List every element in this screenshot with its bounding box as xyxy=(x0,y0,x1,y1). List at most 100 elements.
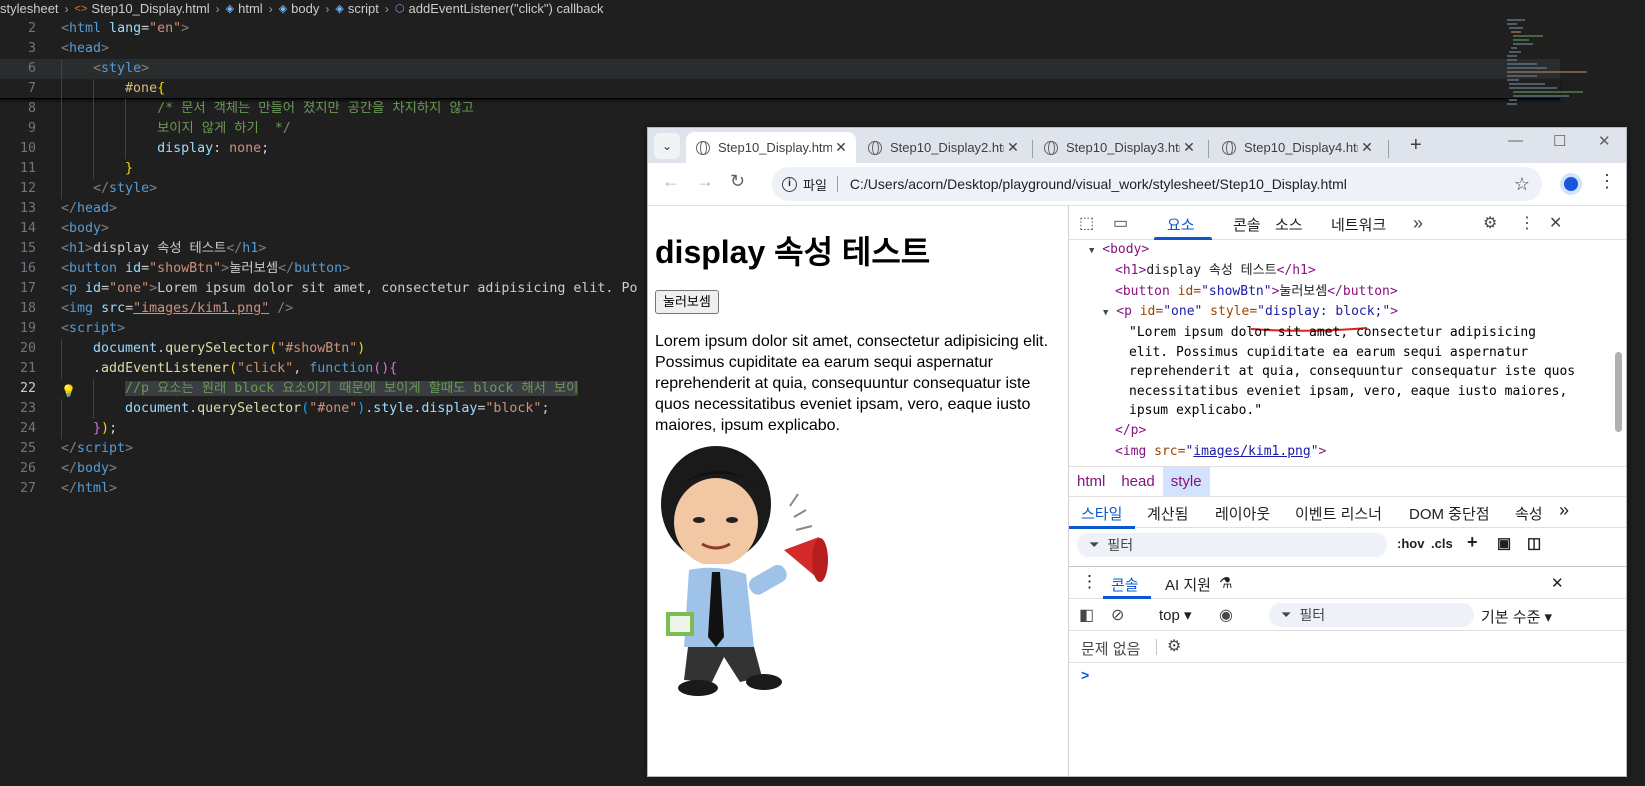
html-file-icon: <> xyxy=(74,2,88,15)
browser-tab[interactable]: Step10_Display4.htm ✕ xyxy=(1212,132,1382,163)
maximize-icon[interactable]: ☐ xyxy=(1553,132,1566,150)
back-icon[interactable]: ← xyxy=(662,171,680,192)
page-viewport: display 속성 테스트 눌러보셈 Lorem ipsum dolor si… xyxy=(648,205,1068,776)
dom-text-line[interactable]: ipsum explicabo." xyxy=(1129,401,1262,421)
globe-icon xyxy=(696,140,710,155)
tab-drawer-console[interactable]: 콘솔 xyxy=(1111,574,1139,595)
breadcrumb-item-html[interactable]: html xyxy=(238,1,263,16)
close-icon[interactable]: ✕ xyxy=(1180,139,1198,156)
more-tabs-icon[interactable]: » xyxy=(1559,500,1569,521)
context-selector[interactable]: top ▾ xyxy=(1159,606,1192,624)
tab-sources[interactable]: 소스 xyxy=(1275,214,1303,235)
url-text[interactable]: C:/Users/acorn/Desktop/playground/visual… xyxy=(850,176,1514,192)
reload-icon[interactable]: ↻ xyxy=(730,171,745,192)
cls-toggle[interactable]: .cls xyxy=(1431,536,1453,551)
tab-styles[interactable]: 스타일 xyxy=(1081,503,1122,524)
tab-dom-breakpoints[interactable]: DOM 중단점 xyxy=(1409,503,1490,524)
dom-node-h1[interactable]: <h1>display 속성 테스트</h1> xyxy=(1115,261,1316,281)
console-settings-icon[interactable]: ⚙ xyxy=(1167,636,1181,656)
divider xyxy=(1156,639,1157,655)
more-menu-icon[interactable]: ⋮ xyxy=(1598,171,1616,192)
breadcrumb-item-callback[interactable]: addEventListener("click") callback xyxy=(409,1,604,16)
chevron-right-icon: › xyxy=(215,1,220,16)
new-tab-button[interactable]: + xyxy=(1410,134,1422,157)
show-button[interactable]: 눌러보셈 xyxy=(655,290,719,314)
log-level-selector[interactable]: 기본 수준 ▾ xyxy=(1481,606,1552,627)
forward-icon[interactable]: → xyxy=(696,171,714,192)
console-toolbar: ◧ ⊘ top ▾ ◉ ⏷ 필터 기본 수준 ▾ xyxy=(1069,599,1626,631)
code-line[interactable]: 2 <html lang="en"> xyxy=(0,19,1560,39)
method-icon: ⬡ xyxy=(394,3,405,15)
dom-scrollbar[interactable] xyxy=(1612,240,1624,466)
toggle-sidebar-icon[interactable]: ◫ xyxy=(1527,534,1541,552)
profile-avatar[interactable] xyxy=(1560,173,1582,195)
dom-text-line[interactable]: necessitatibus eveniet ipsam, vero, eaqu… xyxy=(1129,382,1567,402)
clear-console-icon[interactable]: ⊘ xyxy=(1111,605,1124,625)
code-line[interactable]: 3 <head> xyxy=(0,39,1560,59)
settings-gear-icon[interactable]: ⚙ xyxy=(1483,213,1497,233)
page-paragraph: Lorem ipsum dolor sit amet, consectetur … xyxy=(655,333,1049,434)
inspect-element-icon[interactable]: ⬚ xyxy=(1079,213,1094,233)
tab-layout[interactable]: 레이아웃 xyxy=(1215,503,1270,524)
console-filter-input[interactable]: ⏷ 필터 xyxy=(1269,603,1474,627)
dom-node-button[interactable]: <button id="showBtn">눌러보셈</button> xyxy=(1115,282,1398,302)
dom-text-line[interactable]: "Lorem ipsum dolor sit amet, consectetur… xyxy=(1129,323,1536,343)
styles-filter-input[interactable]: ⏷ 필터 xyxy=(1077,533,1387,557)
eye-icon[interactable]: ◉ xyxy=(1219,605,1233,625)
tab-network[interactable]: 네트워크 xyxy=(1331,214,1386,235)
breadcrumb-item-file[interactable]: Step10_Display.html xyxy=(91,1,209,16)
close-devtools-icon[interactable]: ✕ xyxy=(1549,213,1562,233)
breadcrumb-item-folder[interactable]: stylesheet xyxy=(0,1,59,16)
filter-icon: ⏷ xyxy=(1281,607,1292,622)
tab-console[interactable]: 콘솔 xyxy=(1233,214,1261,235)
element-icon: ◈ xyxy=(335,3,344,15)
close-icon[interactable]: ✕ xyxy=(832,139,850,156)
tab-search-button[interactable]: ⌄ xyxy=(654,133,680,159)
code-line[interactable]: 8 /* 문서 객체는 만들어 졌지만 공간을 차지하지 않고 xyxy=(0,99,1560,119)
dom-text-line[interactable]: elit. Possimus cupiditate ea earum sequi… xyxy=(1129,343,1528,363)
close-icon[interactable]: ✕ xyxy=(1358,139,1376,156)
info-icon[interactable]: i xyxy=(782,176,797,192)
minimize-icon[interactable]: — xyxy=(1508,132,1523,149)
device-toolbar-icon[interactable]: ▭ xyxy=(1113,213,1128,233)
code-line[interactable]: 6 <style> xyxy=(0,59,1560,79)
code-line[interactable]: 7 #one{ xyxy=(0,79,1560,99)
tab-ai-assistance[interactable]: AI 지원 xyxy=(1165,574,1211,595)
bookmark-star-icon[interactable]: ☆ xyxy=(1514,174,1530,195)
tab-properties[interactable]: 속성 xyxy=(1515,503,1543,524)
close-drawer-icon[interactable]: ✕ xyxy=(1551,574,1564,592)
browser-tab-active[interactable]: Step10_Display.html ✕ xyxy=(686,132,856,163)
more-tabs-icon[interactable]: » xyxy=(1413,213,1423,234)
crumb-html[interactable]: html xyxy=(1069,467,1113,497)
browser-tab[interactable]: Step10_Display2.htm ✕ xyxy=(858,132,1028,163)
tab-computed[interactable]: 계산됨 xyxy=(1147,503,1188,524)
console-prompt[interactable]: > xyxy=(1081,667,1089,683)
browser-tab[interactable]: Step10_Display3.htm ✕ xyxy=(1034,132,1204,163)
breadcrumb-item-script[interactable]: script xyxy=(348,1,379,16)
tab-elements[interactable]: 요소 xyxy=(1167,214,1195,235)
dom-node-img[interactable]: <img src="images/kim1.png"> xyxy=(1115,442,1326,462)
tab-label: Step10_Display4.htm xyxy=(1244,140,1358,155)
dom-tree[interactable]: ▼ <body> <h1>display 속성 테스트</h1> <button… xyxy=(1069,240,1589,466)
dom-node-p-close[interactable]: </p> xyxy=(1115,421,1146,441)
close-window-icon[interactable]: ✕ xyxy=(1598,132,1611,150)
new-style-rule-icon[interactable]: + xyxy=(1467,532,1478,553)
dom-node-p[interactable]: ▼ <p id="one" style="display: block;"> xyxy=(1103,302,1398,322)
minimap[interactable] xyxy=(1503,17,1587,117)
dom-node-body[interactable]: ▼ <body> xyxy=(1089,240,1149,260)
drawer-menu-icon[interactable]: ⋮ xyxy=(1081,572,1098,592)
sidebar-toggle-icon[interactable]: ◧ xyxy=(1079,605,1094,625)
crumb-style[interactable]: style xyxy=(1162,466,1210,497)
crumb-head[interactable]: head xyxy=(1113,467,1162,497)
tab-event-listeners[interactable]: 이벤트 리스너 xyxy=(1295,503,1382,524)
more-options-icon[interactable]: ⋮ xyxy=(1519,213,1535,233)
dom-text-line[interactable]: reprehenderit at quia, consequuntur cons… xyxy=(1129,362,1575,382)
address-bar[interactable]: i 파일 C:/Users/acorn/Desktop/playground/v… xyxy=(772,167,1542,201)
chevron-down-icon: ⌄ xyxy=(661,139,673,153)
breadcrumb-item-body[interactable]: body xyxy=(291,1,319,16)
hov-toggle[interactable]: :hov xyxy=(1397,536,1424,551)
close-icon[interactable]: ✕ xyxy=(1004,139,1022,156)
scroll-thumb[interactable] xyxy=(1615,352,1622,432)
tab-divider xyxy=(1388,140,1389,158)
paint-roller-icon[interactable]: ▣ xyxy=(1497,534,1511,552)
